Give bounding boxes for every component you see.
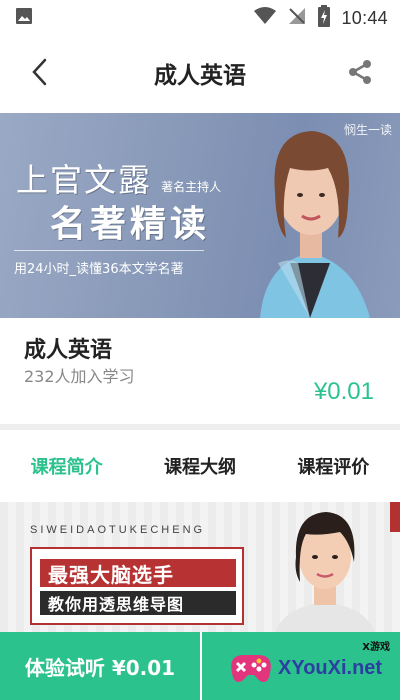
back-button[interactable] <box>20 56 60 92</box>
clock-time: 10:44 <box>341 7 388 28</box>
chevron-left-icon <box>30 57 50 91</box>
battery-charging-icon <box>317 5 331 31</box>
share-button[interactable] <box>340 56 380 92</box>
watermark-cn: X游戏 <box>362 642 390 653</box>
course-price: ¥0.01 <box>313 378 374 405</box>
app-header: 成人英语 <box>0 36 400 110</box>
trial-listen-button[interactable]: 体验试听 ¥0.01 <box>0 632 200 700</box>
bottom-action-bar: 体验试听 ¥0.01 XYouXi.net X游戏 <box>0 632 400 700</box>
course-intro-banner: SIWEIDAOTUKECHENG 最强大脑选手 教你用透思维导图 <box>0 502 400 632</box>
image-notification-icon <box>14 6 34 30</box>
wifi-icon <box>253 6 277 30</box>
hero-subtitle: 用24小时_读懂36本文学名著 <box>14 262 184 277</box>
page-title: 成人英语 <box>154 63 246 89</box>
gamepad-logo-icon <box>231 655 271 682</box>
tab-reviews[interactable]: 课程评价 <box>267 430 400 502</box>
instructor-portrait-image <box>275 502 400 632</box>
banner-title-line2: 教你用透思维导图 <box>40 591 236 615</box>
course-title: 成人英语 <box>24 338 113 363</box>
status-bar: 10:44 <box>0 0 400 36</box>
tab-outline[interactable]: 课程大纲 <box>133 430 266 502</box>
course-info: 成人英语 232人加入学习 ¥0.01 <box>0 318 400 424</box>
hero-headline: 名著精读 <box>50 203 211 245</box>
share-icon <box>346 58 374 90</box>
hero-host-name: 上官文露 <box>16 161 153 199</box>
learner-count: 232人加入学习 <box>24 367 135 386</box>
banner-title-line1: 最强大脑选手 <box>40 559 236 587</box>
tab-introduction[interactable]: 课程简介 <box>0 430 133 502</box>
hero-divider <box>14 250 204 251</box>
banner-tag: SIWEIDAOTUKECHENG <box>30 524 206 536</box>
banner-title-box: 最强大脑选手 教你用透思维导图 <box>30 547 244 625</box>
hero-host-role: 著名主持人 <box>161 180 222 194</box>
course-hero-banner: 上官文露 著名主持人 名著精读 用24小时_读懂36本文学名著 悯生一读 <box>0 113 400 318</box>
course-tabs: 课程简介 课程大纲 课程评价 <box>0 430 400 502</box>
purchase-button[interactable]: XYouXi.net X游戏 <box>202 632 400 700</box>
host-portrait-image <box>260 131 370 318</box>
no-signal-icon <box>287 6 307 30</box>
watermark-text: XYouXi.net <box>278 656 383 679</box>
